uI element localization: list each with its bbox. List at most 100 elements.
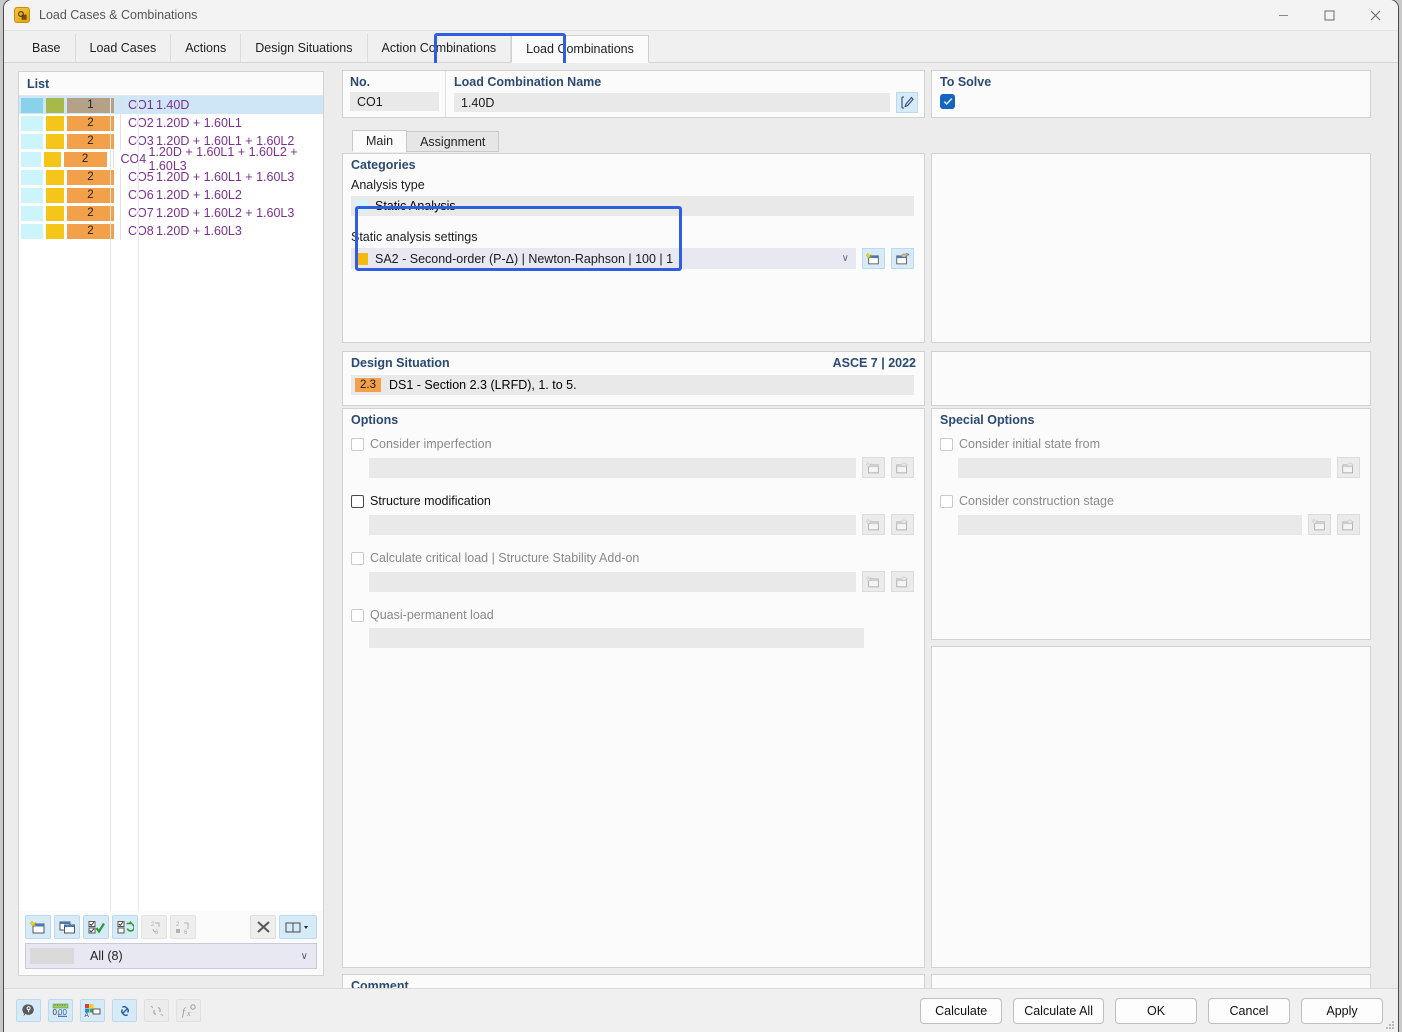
list-item[interactable]: 2 CO8 1.20D + 1.60L3	[19, 222, 323, 240]
tab-actions[interactable]: Actions	[171, 34, 242, 62]
no-input[interactable]: CO1	[350, 92, 439, 111]
calculate-critical-load-row[interactable]: Calculate critical load | Structure Stab…	[351, 551, 914, 565]
edit-pencil-icon[interactable]	[896, 92, 918, 113]
title-bar: Load Cases & Combinations	[4, 0, 1398, 31]
maximize-button[interactable]	[1306, 0, 1352, 31]
quasi-permanent-load-label: Quasi-permanent load	[370, 608, 494, 622]
consider-initial-state-row[interactable]: Consider initial state from	[940, 437, 1360, 451]
edit-initial-state-button	[1337, 457, 1360, 478]
quasi-permanent-load-row[interactable]: Quasi-permanent load	[351, 608, 914, 622]
tab-load-cases[interactable]: Load Cases	[76, 34, 172, 62]
tab-action-combinations[interactable]: Action Combinations	[368, 34, 512, 62]
row-color-chip-b	[44, 151, 61, 167]
new-item-button[interactable]	[25, 915, 51, 939]
ok-button[interactable]: OK	[1115, 997, 1197, 1024]
design-situation-value[interactable]: 2.3 DS1 - Section 2.3 (LRFD), 1. to 5.	[351, 375, 914, 395]
new-construction-stage-button	[1308, 514, 1331, 535]
main-tab-strip: Base Load Cases Actions Design Situation…	[4, 31, 1398, 71]
row-name: 1.20D + 1.60L1	[156, 116, 242, 130]
list-column-separator	[110, 96, 111, 911]
info-bubble-icon[interactable]	[16, 999, 41, 1022]
unlink-icon	[144, 999, 169, 1022]
calculate-critical-load-checkbox[interactable]	[351, 551, 364, 565]
tab-main[interactable]: Main	[352, 130, 408, 152]
resize-grip[interactable]	[1385, 1019, 1395, 1029]
calculate-critical-load-label: Calculate critical load | Structure Stab…	[370, 551, 640, 565]
minimize-button[interactable]	[1260, 0, 1306, 31]
name-input[interactable]: 1.40D	[454, 93, 890, 112]
copy-item-button[interactable]	[54, 915, 80, 939]
static-settings-combo[interactable]: SA2 - Second-order (P-Δ) | Newton-Raphso…	[351, 248, 856, 269]
dialog-button-group: Calculate Calculate All OK Cancel Apply	[920, 997, 1398, 1024]
consider-construction-stage-field	[958, 514, 1302, 535]
row-name: 1.20D + 1.60L2	[156, 188, 242, 202]
static-settings-label: Static analysis settings	[351, 230, 478, 244]
analysis-type-value[interactable]: Static Analysis	[351, 196, 914, 216]
row-color-chip-a	[21, 115, 43, 131]
row-badge: 2	[67, 187, 114, 203]
list-filter-dropdown[interactable]: All (8) ∨	[25, 943, 317, 969]
select-all-button[interactable]	[83, 915, 109, 939]
svg-text:A: A	[85, 1012, 90, 1018]
consider-construction-stage-checkbox[interactable]	[940, 494, 953, 508]
new-critical-load-button	[862, 571, 885, 592]
row-name: 1.20D + 1.60L1 + 1.60L3	[156, 170, 295, 184]
cancel-button[interactable]: Cancel	[1208, 997, 1290, 1024]
row-color-chip-a	[21, 151, 42, 167]
row-number: CO6	[128, 188, 154, 202]
tab-design-situations[interactable]: Design Situations	[241, 34, 368, 62]
svg-text:2: 2	[151, 922, 155, 928]
analysis-type-swatch	[356, 200, 368, 212]
consider-initial-state-label: Consider initial state from	[959, 437, 1101, 451]
row-color-chip-b	[46, 133, 64, 149]
row-color-chip-b	[46, 223, 64, 239]
list-item[interactable]: 2 CO4 1.20D + 1.60L1 + 1.60L2 + 1.60L3	[19, 145, 323, 173]
tab-assignment[interactable]: Assignment	[406, 131, 500, 152]
list-item[interactable]: 2 CO7 1.20D + 1.60L2 + 1.60L3	[19, 204, 323, 222]
row-color-chip-b	[46, 187, 64, 203]
colors-legend-icon[interactable]: A	[80, 999, 105, 1022]
link-icon[interactable]	[112, 999, 137, 1022]
list-item[interactable]: 1 CO1 1.40D	[19, 96, 323, 114]
consider-initial-state-field	[958, 457, 1331, 478]
tab-base[interactable]: Base	[18, 34, 76, 62]
consider-initial-state-checkbox[interactable]	[940, 437, 953, 451]
list-item[interactable]: 2 CO2 1.20D + 1.60L1	[19, 114, 323, 132]
static-settings-text: SA2 - Second-order (P-Δ) | Newton-Raphso…	[375, 251, 674, 266]
list-item[interactable]: 2 CO6 1.20D + 1.60L2	[19, 186, 323, 204]
renumber-button: 2 6	[141, 915, 167, 939]
row-number: CO1	[128, 98, 154, 112]
design-situation-badge: 2.3	[355, 378, 381, 392]
close-button[interactable]	[1352, 0, 1398, 31]
calculate-all-button[interactable]: Calculate All	[1013, 997, 1104, 1024]
new-imperfection-button	[862, 457, 885, 478]
options-title: Options	[351, 413, 399, 427]
row-color-chip-a	[21, 169, 43, 185]
row-color-chip-a	[21, 133, 43, 149]
edit-settings-button[interactable]	[891, 248, 914, 269]
new-settings-button[interactable]	[862, 248, 885, 269]
row-color-chip-b	[46, 169, 64, 185]
design-situation-text: DS1 - Section 2.3 (LRFD), 1. to 5.	[389, 378, 577, 392]
row-name: 1.20D + 1.60L1 + 1.60L2 + 1.60L3	[148, 145, 298, 173]
dialog-window: Load Cases & Combinations Base Load Case…	[4, 0, 1398, 1032]
apply-button[interactable]: Apply	[1301, 997, 1383, 1024]
quasi-permanent-load-checkbox[interactable]	[351, 608, 364, 622]
consider-imperfection-row[interactable]: Consider imperfection	[351, 437, 914, 451]
structure-modification-row[interactable]: Structure modification	[351, 494, 914, 508]
edit-imperfection-button	[891, 457, 914, 478]
window-controls	[1260, 0, 1398, 31]
design-standard-label: ASCE 7 | 2022	[832, 356, 916, 370]
tab-load-combinations[interactable]: Load Combinations	[511, 35, 649, 63]
calculate-button[interactable]: Calculate	[920, 997, 1003, 1024]
consider-construction-stage-row[interactable]: Consider construction stage	[940, 494, 1360, 508]
consider-imperfection-checkbox[interactable]	[351, 437, 364, 451]
delete-button[interactable]	[250, 915, 276, 939]
list-item[interactable]: 2 CO5 1.20D + 1.60L1 + 1.60L3	[19, 168, 323, 186]
view-mode-button[interactable]	[279, 915, 317, 939]
structure-modification-checkbox[interactable]	[351, 494, 364, 508]
combination-list[interactable]: 1 CO1 1.40D 2 CO2 1.20D + 1.60L1 2 CO3 1…	[19, 95, 323, 911]
decimal-places-icon[interactable]: 0, 00	[48, 999, 73, 1022]
to-solve-checkbox[interactable]	[940, 94, 955, 109]
invert-selection-button[interactable]	[112, 915, 138, 939]
